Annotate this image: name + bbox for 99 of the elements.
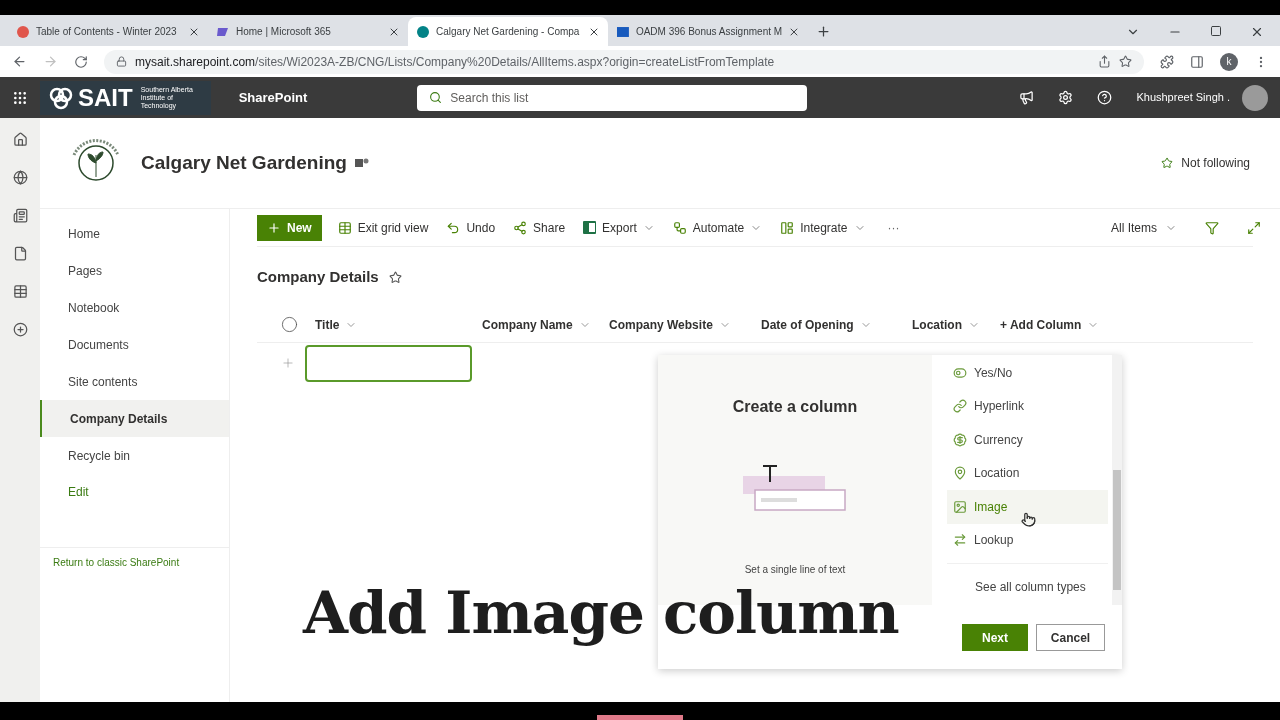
column-type-option[interactable]: Currency: [947, 423, 1108, 457]
filter-icon[interactable]: [1205, 220, 1219, 235]
help-icon[interactable]: [1097, 90, 1113, 105]
share-icon[interactable]: [1098, 55, 1111, 68]
app-bar-icon[interactable]: [12, 284, 28, 299]
edit-link[interactable]: Edit: [40, 474, 229, 510]
search-icon: [429, 91, 443, 104]
toolbar-icon: [672, 220, 687, 235]
toolbar-button[interactable]: Undo: [446, 218, 496, 237]
back-icon[interactable]: [12, 54, 27, 69]
type-icon: [953, 466, 967, 481]
restore-icon[interactable]: [1210, 25, 1222, 37]
column-header[interactable]: Location: [912, 315, 980, 334]
column-header[interactable]: Date of Opening: [761, 315, 872, 334]
type-icon: [953, 399, 967, 414]
nav-item[interactable]: Home: [40, 215, 229, 252]
new-button[interactable]: New: [257, 214, 322, 241]
close-icon[interactable]: [1250, 25, 1264, 39]
column-type-option[interactable]: Hyperlink: [947, 389, 1108, 423]
address-bar[interactable]: mysait.sharepoint.com/sites/Wi2023A-ZB/CNG/Lists/Company%20Details/AllItems.aspx?origin=createListFromTemplate: [104, 49, 1144, 74]
extensions-icon[interactable]: [1160, 54, 1174, 69]
toolbar-button[interactable]: Exit grid view: [337, 218, 429, 237]
panel-title: Create a column: [732, 397, 858, 417]
feedback-icon[interactable]: [1019, 90, 1035, 105]
cancel-button[interactable]: Cancel: [1036, 624, 1105, 651]
toolbar-button[interactable]: Export: [583, 218, 655, 237]
app-bar-icon[interactable]: [12, 208, 28, 223]
app-bar-icon[interactable]: [12, 322, 28, 337]
column-type-option[interactable]: Image: [947, 490, 1108, 524]
brand-name: SAIT: [78, 85, 133, 110]
settings-icon[interactable]: [1058, 90, 1074, 105]
type-icon: [953, 533, 967, 548]
nav-item[interactable]: Company Details: [40, 400, 229, 437]
toolbar-icon: [513, 220, 528, 235]
follow-button[interactable]: Not following: [1161, 154, 1250, 172]
reload-icon[interactable]: [74, 54, 88, 69]
type-icon: [953, 365, 967, 380]
browser-tab[interactable]: Calgary Net Gardening - Compa: [408, 17, 608, 46]
browser-tab[interactable]: Table of Contents - Winter 2023: [8, 17, 208, 46]
column-type-option[interactable]: Yes/No: [947, 356, 1108, 390]
next-button[interactable]: Next: [962, 624, 1028, 651]
title-input[interactable]: [305, 344, 472, 382]
tab-title: Calgary Net Gardening - Compa: [436, 25, 581, 39]
spreadsheet-icon: [583, 221, 597, 234]
site-title[interactable]: Calgary Net Gardening: [141, 148, 347, 178]
url-text: mysait.sharepoint.com/sites/Wi2023A-ZB/CNG/Lists/Company%20Details/AllItems.aspx?origin=createListFromTemplate: [135, 53, 775, 71]
toolbar-button[interactable]: Integrate: [780, 218, 866, 237]
app-bar-icon[interactable]: [12, 246, 28, 261]
see-all-link[interactable]: See all column types: [975, 580, 1086, 594]
view-selector[interactable]: All Items: [1111, 218, 1177, 237]
nav-item[interactable]: Notebook: [40, 289, 229, 326]
tab-title: Home | Microsoft 365: [236, 25, 332, 39]
classic-link[interactable]: Return to classic SharePoint: [40, 548, 229, 570]
add-column-button[interactable]: + Add Column: [1000, 315, 1100, 334]
toolbar-icon: [780, 220, 795, 235]
app-bar-icon[interactable]: [12, 132, 28, 147]
list-title: Company Details: [257, 266, 379, 287]
side-panel-icon[interactable]: [1190, 54, 1204, 69]
column-header[interactable]: Company Name: [482, 315, 591, 334]
tab-title: Table of Contents - Winter 2023: [36, 25, 178, 39]
nav-item[interactable]: Documents: [40, 326, 229, 363]
fullscreen-icon[interactable]: [1247, 220, 1261, 235]
user-name[interactable]: Khushpreet Singh .: [1136, 89, 1230, 106]
column-type-option[interactable]: Location: [947, 456, 1108, 490]
bookmark-icon[interactable]: [1119, 55, 1132, 68]
search-field[interactable]: Search this list: [417, 84, 808, 111]
app-name[interactable]: SharePoint: [238, 87, 308, 108]
toolbar-icon: [337, 220, 352, 235]
toolbar-button[interactable]: Share: [513, 218, 566, 237]
favicon-icon: [16, 24, 30, 39]
browser-tab[interactable]: Home | Microsoft 365: [208, 17, 408, 46]
column-header[interactable]: Title: [315, 315, 358, 334]
cursor-icon: [1021, 512, 1036, 527]
nav-item[interactable]: Recycle bin: [40, 437, 229, 474]
favorite-icon[interactable]: [388, 270, 402, 284]
nav-item[interactable]: Site contents: [40, 363, 229, 400]
column-type-option[interactable]: Lookup: [947, 523, 1108, 557]
favicon-icon: [616, 24, 630, 39]
profile-avatar[interactable]: k: [1220, 52, 1238, 71]
browser-tab[interactable]: OADM 396 Bonus Assignment M: [608, 17, 808, 46]
app-launcher-icon[interactable]: [12, 89, 28, 106]
toolbar-button[interactable]: Automate: [672, 218, 763, 237]
new-tab-icon[interactable]: [816, 24, 831, 39]
select-all-checkbox[interactable]: [281, 316, 298, 333]
plus-icon: [267, 220, 281, 235]
knot-icon: [48, 85, 74, 110]
panel-description: Set a single line of text: [744, 563, 846, 577]
tab-title: OADM 396 Bonus Assignment M: [635, 25, 783, 39]
type-icon: [953, 499, 967, 514]
more-button[interactable]: ···: [887, 218, 900, 237]
app-bar-icon[interactable]: [12, 170, 28, 185]
type-icon: [953, 432, 967, 447]
favicon-icon: [416, 24, 430, 39]
nav-item[interactable]: Pages: [40, 252, 229, 289]
toolbar-icon: [446, 220, 461, 235]
user-avatar[interactable]: [1242, 84, 1268, 111]
star-icon: [1161, 157, 1174, 169]
column-header[interactable]: Company Website: [609, 315, 731, 334]
lock-icon: [116, 56, 127, 67]
